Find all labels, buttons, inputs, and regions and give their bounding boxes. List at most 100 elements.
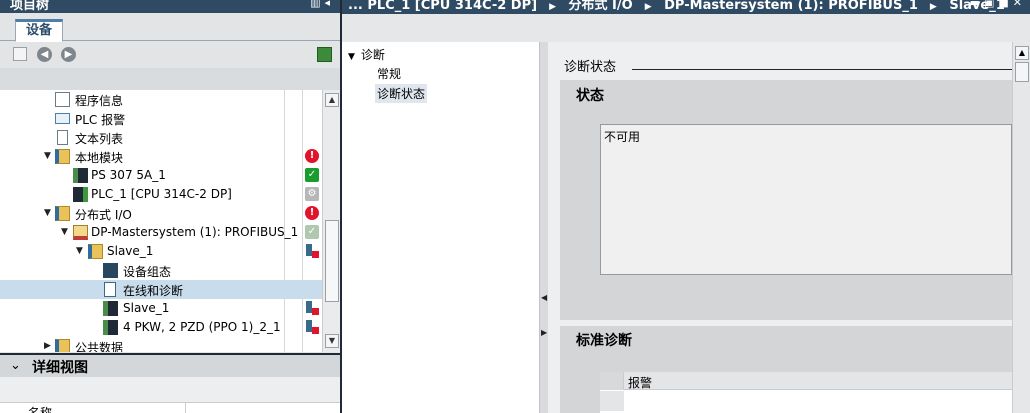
nav-item-diagnostics[interactable]: ▼ 诊断 [348, 46, 385, 63]
tree-item-device-config[interactable]: 设备组态 [0, 261, 322, 280]
tree-item-label: 程序信息 [75, 94, 124, 108]
overview-icon[interactable] [317, 47, 332, 62]
tree-item-label: 本地模块 [75, 151, 124, 165]
section-divider [632, 69, 1012, 70]
document-icon [57, 130, 68, 145]
program-info-icon [55, 92, 70, 107]
project-tree-panel: 项目树 ▥◂ 设备 ◀ ▶ 程序信息 PLC 报警 文本列表 ▼ 本地模块 ! [0, 0, 342, 413]
content-scrollbar[interactable]: ▲ [1012, 42, 1030, 413]
tree-item-plc1[interactable]: PLC_1 [CPU 314C-2 DP] ⚙ [0, 185, 322, 204]
config-status-icon: ⚙ [305, 187, 319, 201]
new-item-icon[interactable] [13, 47, 27, 61]
tree-item-dp-mastersystem[interactable]: ▼ DP-Mastersystem (1): PROFIBUS_1 ✓ [0, 223, 322, 242]
scroll-thumb[interactable] [325, 220, 339, 302]
alarm-table-header: 报警 [600, 372, 1012, 390]
tree-item-online-diagnostics[interactable]: 在线和诊断 [0, 280, 322, 299]
tree-item-label: PLC_1 [CPU 314C-2 DP] [91, 187, 232, 201]
nav-item-diagnostic-status[interactable]: 诊断状态 [375, 84, 428, 103]
scroll-thumb[interactable] [1015, 62, 1029, 82]
forward-arrow-icon[interactable]: ▶ [61, 47, 76, 62]
tree-header-band [0, 68, 340, 90]
standard-diagnostics-heading: 标准诊断 [576, 333, 632, 349]
breadcrumb-item[interactable]: ... PLC_1 [CPU 314C-2 DP] [348, 0, 537, 13]
tree-item-label: DP-Mastersystem (1): PROFIBUS_1 [91, 225, 299, 239]
plc-icon [73, 187, 88, 202]
alarm-column-header[interactable]: 报警 [628, 374, 652, 391]
name-column-header[interactable]: 名称 [28, 404, 52, 413]
tree-item-label: 4 PKW, 2 PZD (PPO 1)_2_1 [123, 320, 281, 334]
column-divider [185, 403, 186, 413]
detail-view-header[interactable]: ⌄ 详细视图 [0, 353, 340, 377]
panel-window-controls-icon[interactable]: ▥◂ [310, 0, 334, 9]
detail-view-columns: 名称 [0, 402, 340, 413]
breadcrumb-arrow-icon: ▶ [929, 2, 937, 12]
tree-item-label: 公共数据 [75, 341, 124, 352]
collapse-triangle-icon[interactable]: ▼ [44, 208, 51, 218]
tree-item-distributed-io[interactable]: ▼ 分布式 I/O ! [0, 204, 322, 223]
project-tree-tabbar: 设备 [0, 13, 340, 42]
config-ok-status-icon: ✓ [305, 225, 319, 239]
tab-devices[interactable]: 设备 [15, 19, 63, 42]
folder-icon [55, 149, 70, 164]
project-tree-title: 项目树 [10, 0, 50, 13]
collapse-left-icon[interactable]: ◀ [541, 293, 547, 302]
breadcrumb-item[interactable]: 分布式 I/O [569, 0, 633, 13]
nav-item-general[interactable]: 常规 [377, 65, 401, 82]
tree-item-common-data[interactable]: ▶ 公共数据 [0, 337, 322, 352]
status-group: 状态 不可用 [560, 80, 1012, 320]
standard-diagnostics-group: 标准诊断 报警 [560, 326, 1012, 413]
tree-item-label: Slave_1 [123, 301, 170, 315]
module-icon [73, 168, 88, 183]
expand-right-icon[interactable]: ▶ [541, 328, 547, 337]
scroll-up-icon[interactable]: ▲ [325, 93, 339, 107]
pane-splitter[interactable]: ◀ ▶ [540, 42, 548, 413]
expand-triangle-icon[interactable]: ▶ [44, 341, 51, 351]
alarm-table: 报警 [600, 372, 1012, 413]
tree-item-label: Slave_1 [107, 244, 154, 258]
row-number-header [600, 372, 624, 390]
detail-view-body: 名称 [0, 377, 340, 413]
section-title: 诊断状态 [564, 60, 617, 75]
tree-item-label: 设备组态 [123, 265, 172, 279]
breadcrumb: ... PLC_1 [CPU 314C-2 DP] ▶ 分布式 I/O ▶ DP-M… [348, 0, 1011, 13]
tree-item-ps307[interactable]: PS 307 5A_1 ✓ [0, 166, 322, 185]
detail-view-title: 详细视图 [32, 360, 88, 376]
nav-label: 诊断 [360, 48, 385, 62]
status-value: 不可用 [604, 130, 641, 144]
tree-item-pkw-module[interactable]: 4 PKW, 2 PZD (PPO 1)_2_1 [0, 318, 322, 337]
device-error-icon [305, 301, 319, 315]
editor-tabbar [342, 14, 1030, 42]
mail-icon [55, 113, 70, 124]
chevron-down-icon[interactable]: ⌄ [10, 358, 21, 373]
tree-item-slave1-folder[interactable]: ▼ Slave_1 [0, 242, 322, 261]
collapse-triangle-icon[interactable]: ▼ [44, 151, 51, 161]
breadcrumb-item[interactable]: DP-Mastersystem (1): PROFIBUS_1 [664, 0, 918, 13]
tree-item-label: 文本列表 [75, 132, 124, 146]
tree-item-text-lists[interactable]: 文本列表 [0, 128, 322, 147]
diagnostics-navigation: ▼ 诊断 常规 诊断状态 [342, 42, 540, 413]
collapse-triangle-icon[interactable]: ▼ [76, 246, 83, 256]
tree-item-slave1-module[interactable]: Slave_1 [0, 299, 322, 318]
device-config-icon [103, 263, 118, 278]
project-tree-toolbar: ◀ ▶ [0, 42, 340, 68]
collapse-triangle-icon[interactable]: ▼ [61, 227, 68, 237]
window-controls-icon[interactable]: ▬▣■✕ [970, 0, 1026, 9]
collapse-triangle-icon[interactable]: ▼ [348, 52, 355, 62]
diagnostic-status-content: 诊断状态 状态 不可用 标准诊断 报警 [548, 42, 1012, 413]
tree-item-local-modules[interactable]: ▼ 本地模块 ! [0, 147, 322, 166]
tree-item-label: 分布式 I/O [75, 208, 132, 222]
tree-item-program-info[interactable]: 程序信息 [0, 90, 322, 109]
status-heading: 状态 [576, 88, 604, 104]
back-arrow-icon[interactable]: ◀ [37, 47, 52, 62]
module-icon [103, 301, 118, 316]
device-error-icon [305, 320, 319, 334]
folder-icon [55, 206, 70, 221]
online-diagnostics-icon [104, 282, 116, 297]
tree-scrollbar[interactable]: ▲ ▼ [322, 90, 340, 352]
row-number-cell [600, 391, 624, 411]
editor-titlebar: ... PLC_1 [CPU 314C-2 DP] ▶ 分布式 I/O ▶ DP-M… [342, 0, 1030, 14]
scroll-down-icon[interactable]: ▼ [325, 334, 339, 348]
breadcrumb-arrow-icon: ▶ [549, 2, 556, 12]
scroll-up-icon[interactable]: ▲ [1015, 46, 1029, 60]
tree-item-plc-alarms[interactable]: PLC 报警 [0, 109, 322, 128]
